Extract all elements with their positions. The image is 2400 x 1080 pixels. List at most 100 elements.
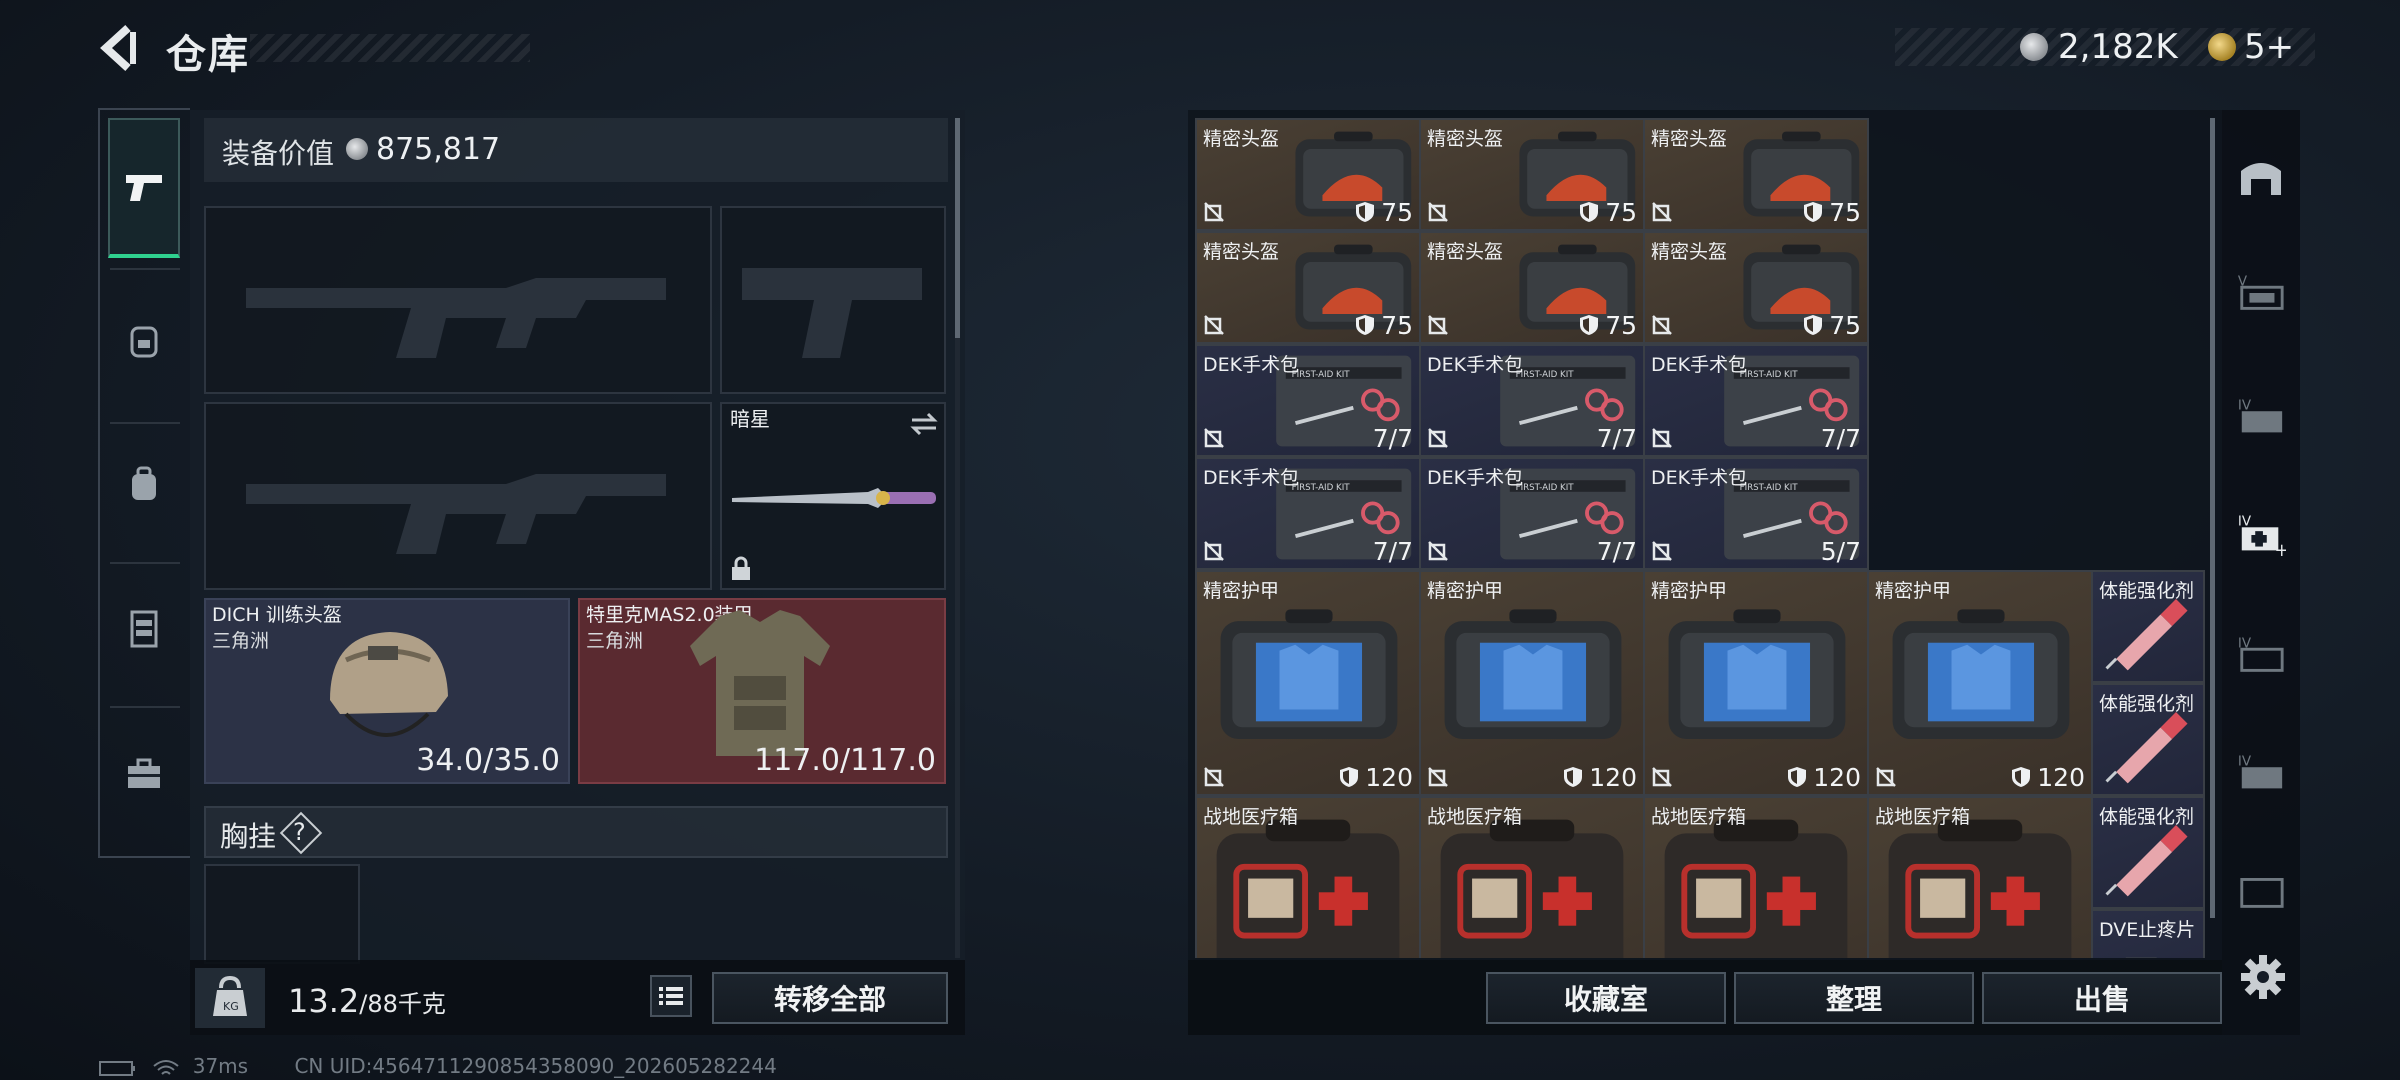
melee-name: 暗星 <box>730 407 770 431</box>
grid-item-armor-bag[interactable]: 精密护甲 120 <box>1643 570 1869 796</box>
organize-button[interactable]: 整理 <box>1734 972 1974 1024</box>
tab-vest[interactable] <box>108 558 180 698</box>
helmet-slot[interactable]: DICH 训练头盔 三角洲 34.0/35.0 <box>204 598 570 784</box>
grid-item-helmet-bag[interactable]: 精密头盔 75 <box>1419 118 1645 231</box>
durability-value: 75 <box>1605 311 1637 340</box>
chest-rig-slot[interactable] <box>204 864 360 964</box>
no-backpack-icon <box>1875 766 1897 788</box>
pistol-slot[interactable] <box>720 206 946 394</box>
no-backpack-icon <box>1427 766 1449 788</box>
no-backpack-icon <box>1427 201 1449 223</box>
grid-item-surgery-kit[interactable]: FIRST-AID KIT DEK手术包 7/7 <box>1643 344 1869 457</box>
armor-slot[interactable]: 特里克MAS2.0装甲 三角洲 117.0/117.0 <box>578 598 946 784</box>
collection-room-button[interactable]: 收藏室 <box>1486 972 1726 1024</box>
grid-item-helmet-bag[interactable]: 精密头盔 75 <box>1419 231 1645 344</box>
user-uid: CN UID:456471129085435809‌0_202605282244 <box>294 1054 777 1078</box>
grid-item-syringe[interactable]: 体能强化剂 <box>2091 683 2205 796</box>
tab-weapons[interactable] <box>108 118 180 258</box>
melee-slot[interactable]: 暗星 <box>720 402 946 590</box>
item-name: DEK手术包 <box>1427 354 1524 376</box>
svg-text:IV: IV <box>2238 514 2252 529</box>
item-name: DVE止疼片 <box>2099 919 2196 941</box>
item-name: 体能强化剂 <box>2099 693 2195 715</box>
tab-storage-1[interactable]: V <box>2236 268 2286 318</box>
backpack-icon <box>130 326 158 358</box>
item-name: 精密护甲 <box>1651 580 1728 602</box>
grid-item-medkit[interactable]: 战地医疗箱 <box>1867 796 2093 958</box>
silver-coin-icon <box>2020 33 2048 61</box>
list-icon <box>659 987 683 1005</box>
grid-item-surgery-kit[interactable]: FIRST-AID KIT DEK手术包 7/7 <box>1419 457 1645 570</box>
tab-medical[interactable]: IV + <box>2236 510 2286 560</box>
warehouse-grid: 精密头盔 75 精密头盔 75 精密头盔 75 精密头盔 75 精密头盔 75 精密头盔 75 FIRS… <box>1195 118 2205 958</box>
warehouse-scrollbar[interactable] <box>2210 118 2215 918</box>
primary-weapon-slot[interactable] <box>204 206 712 394</box>
grid-item-armor-bag[interactable]: 精密护甲 120 <box>1867 570 2093 796</box>
svg-text:IV: IV <box>2238 398 2252 413</box>
grid-item-armor-bag[interactable]: 精密护甲 120 <box>1419 570 1645 796</box>
grid-item-helmet-bag[interactable]: 精密头盔 75 <box>1195 118 1421 231</box>
tab-storage-5[interactable] <box>2236 866 2286 916</box>
gold-coin-icon <box>2208 33 2236 61</box>
back-button[interactable] <box>98 24 142 72</box>
grid-item-pills[interactable]: DVE止疼片 <box>2091 909 2205 958</box>
tab-storage-3[interactable]: IV <box>2236 630 2286 680</box>
item-name: 战地医疗箱 <box>1875 806 1971 828</box>
tab-storage-2[interactable]: IV <box>2236 392 2286 442</box>
grid-item-medkit[interactable]: 战地医疗箱 <box>1195 796 1421 958</box>
no-backpack-icon <box>1651 766 1673 788</box>
no-backpack-icon <box>1427 427 1449 449</box>
grid-item-syringe[interactable]: 体能强化剂 <box>2091 570 2205 683</box>
svg-text:FIRST-AID KIT: FIRST-AID KIT <box>1292 370 1351 380</box>
grid-item-helmet-bag[interactable]: 精密头盔 75 <box>1643 118 1869 231</box>
grid-item-surgery-kit[interactable]: FIRST-AID KIT DEK手术包 7/7 <box>1195 457 1421 570</box>
wifi-icon <box>153 1059 179 1075</box>
list-view-button[interactable] <box>650 975 692 1017</box>
grid-item-surgery-kit[interactable]: FIRST-AID KIT DEK手术包 7/7 <box>1195 344 1421 457</box>
grid-item-surgery-kit[interactable]: FIRST-AID KIT DEK手术包 5/7 <box>1643 457 1869 570</box>
knife-icon <box>732 488 936 508</box>
armor-case-icon <box>1220 609 1398 739</box>
secondary-weapon-slot[interactable] <box>204 402 712 590</box>
settings-button[interactable] <box>2238 952 2288 1002</box>
item-value: 5/7 <box>1820 537 1861 566</box>
durability-value: 75 <box>1829 198 1861 227</box>
svg-text:FIRST-AID KIT: FIRST-AID KIT <box>1516 370 1575 380</box>
gun-case-icon: V <box>2238 274 2284 310</box>
grid-item-helmet-bag[interactable]: 精密头盔 75 <box>1643 231 1869 344</box>
tab-helmet[interactable] <box>108 270 180 410</box>
grid-item-helmet-bag[interactable]: 精密头盔 75 <box>1195 231 1421 344</box>
sell-button[interactable]: 出售 <box>1982 972 2222 1024</box>
grid-item-medkit[interactable]: 战地医疗箱 <box>1419 796 1645 958</box>
item-name: 精密头盔 <box>1427 128 1504 150</box>
item-value: 7/7 <box>1820 424 1861 453</box>
grid-item-medkit[interactable]: 战地医疗箱 <box>1643 796 1869 958</box>
item-value: 75 <box>1803 198 1861 227</box>
item-value: 75 <box>1355 311 1413 340</box>
grid-item-surgery-kit[interactable]: FIRST-AID KIT DEK手术包 7/7 <box>1419 344 1645 457</box>
transfer-all-button[interactable]: 转移全部 <box>712 972 948 1024</box>
item-name: 战地医疗箱 <box>1203 806 1299 828</box>
tab-case[interactable] <box>108 704 180 844</box>
folder-storage-icon: IV <box>2238 754 2283 789</box>
equipment-scroll-thumb[interactable] <box>955 118 960 338</box>
item-name: 精密头盔 <box>1651 241 1728 263</box>
no-backpack-icon <box>1203 427 1225 449</box>
grid-item-syringe[interactable]: 体能强化剂 <box>2091 796 2205 909</box>
durability-value: 75 <box>1829 311 1861 340</box>
tab-bag[interactable] <box>108 414 180 554</box>
carry-weight: 13.2/88千克 <box>288 982 446 1020</box>
swap-icon[interactable] <box>908 410 940 438</box>
equipment-value-label: 装备价值 <box>222 137 335 170</box>
item-name: 精密护甲 <box>1875 580 1952 602</box>
durability-shield-icon <box>1580 202 1599 222</box>
no-backpack-icon <box>1203 314 1225 336</box>
armor-case-icon <box>1668 609 1846 739</box>
tab-storage-4[interactable]: IV <box>2236 748 2286 798</box>
grid-item-armor-bag[interactable]: 精密护甲 120 <box>1195 570 1421 796</box>
durability-value: 120 <box>2037 763 2085 792</box>
armor-source: 三角洲 <box>586 630 644 652</box>
durability-shield-icon <box>2012 767 2031 787</box>
tab-all[interactable] <box>2236 150 2286 200</box>
no-backpack-icon <box>1427 540 1449 562</box>
